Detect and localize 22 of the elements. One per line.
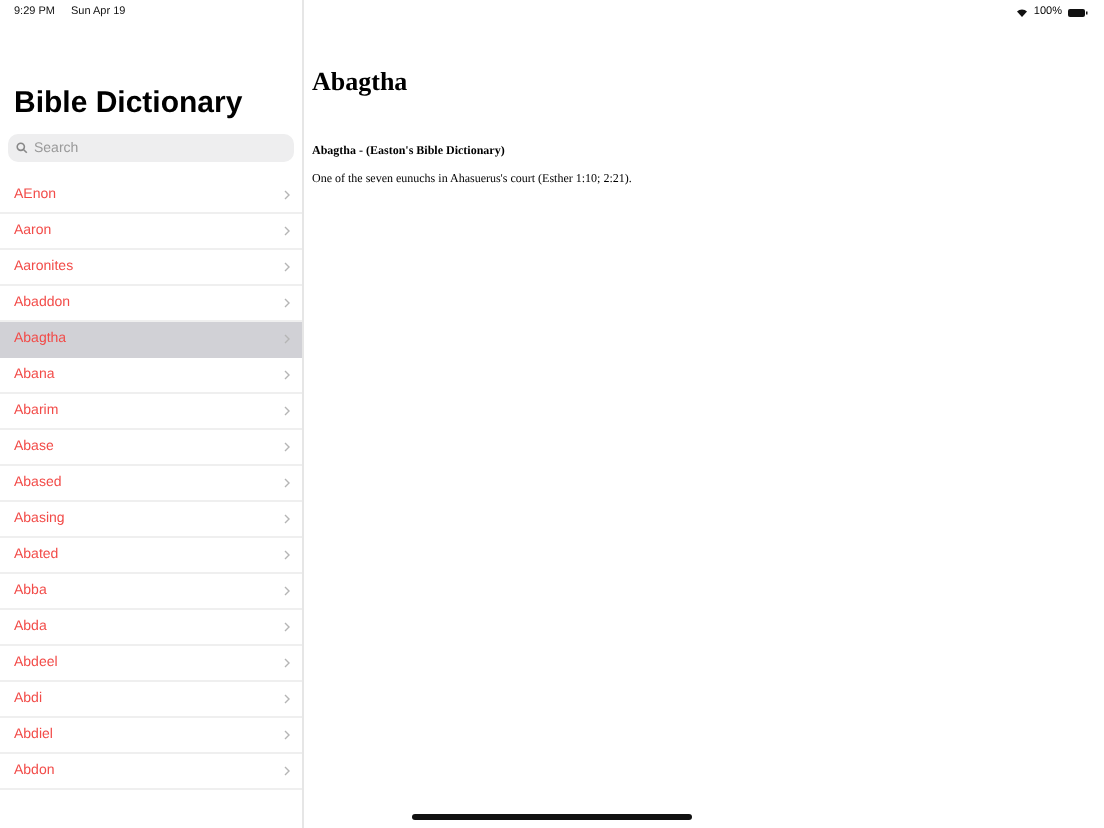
chevron-icon [284,658,290,668]
chevron-icon [284,406,290,416]
search-icon [16,142,28,154]
entry-title: Abagtha [312,66,410,98]
chevron-icon [284,586,290,596]
chevron-icon [284,334,290,344]
chevron-icon [284,370,290,380]
wifi-icon [1015,7,1028,17]
chevron-icon [284,262,290,272]
chevron-icon [284,514,290,524]
chevron-icon [284,622,290,632]
chevron-icon [284,550,290,560]
chevron-icon [284,478,290,488]
sidebar-title: Bible Dictionary [12,84,245,120]
chevron-icon [284,694,290,704]
chevron-icon [284,766,290,776]
chevron-icon [284,730,290,740]
chevron-icon [284,226,290,236]
chevron-icon [284,442,290,452]
chevron-icon [284,190,290,200]
chevron-icon [284,298,290,308]
battery-icon [1068,7,1088,17]
